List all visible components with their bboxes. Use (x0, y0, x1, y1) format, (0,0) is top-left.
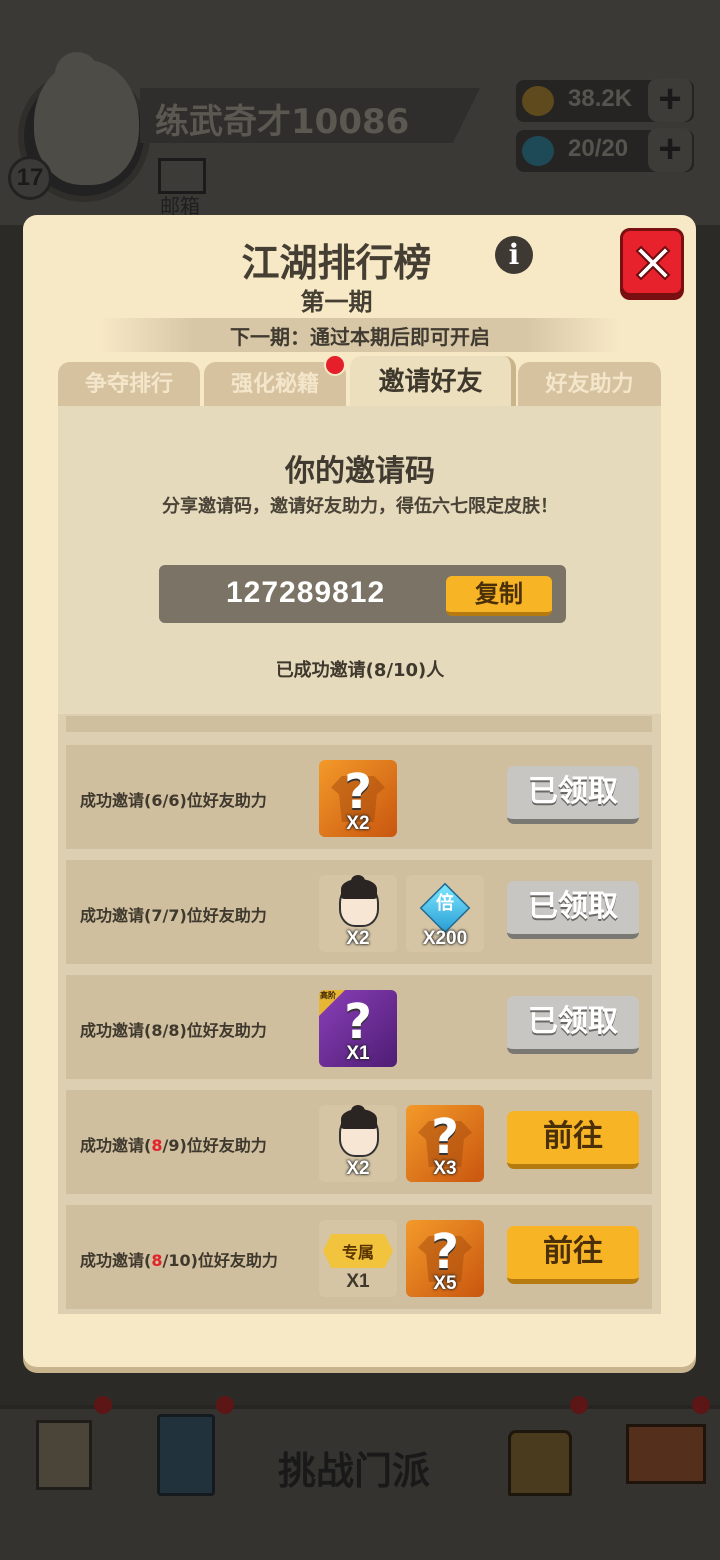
avatar-topknot (55, 52, 99, 96)
collect-shop-icon[interactable] (620, 1410, 710, 1530)
row-condition: 成功邀请(8/9)位好友助力 (80, 1136, 267, 1155)
mail-icon[interactable] (158, 158, 206, 194)
modal-subtitle: 第一期 (300, 288, 373, 316)
period-note: 下一期：通过本期后即可开启 (230, 325, 490, 349)
row-condition: 成功邀请(8/8)位好友助力 (80, 1021, 267, 1040)
info-icon[interactable]: i (495, 236, 533, 274)
question-mark-icon: ? (431, 1224, 459, 1280)
exclusive-label: 专属 (341, 1243, 374, 1262)
castle-icon[interactable] (500, 1410, 580, 1530)
mystery-outfit-reward[interactable]: ? X2 (319, 760, 397, 837)
reward-row: 成功邀请(7/7)位好友助力 X2 倍 X200 已领取 (66, 860, 652, 964)
invited-count: 已成功邀请(8/10)人 (275, 660, 445, 681)
row-condition: 成功邀请(6/6)位好友助力 (80, 791, 267, 810)
add-energy-button[interactable]: + (648, 128, 692, 172)
tab-ranking[interactable]: 争夺排行 (58, 362, 200, 408)
notification-dot (216, 1396, 234, 1414)
invite-code-value: 127289812 (226, 576, 386, 609)
reward-qty: X2 (346, 928, 370, 949)
reward-qty: X1 (346, 1043, 370, 1064)
reward-row: 成功邀请(8/10)位好友助力 专属 X1 ? X5 前往 (66, 1205, 652, 1309)
cultivation-book-icon[interactable] (155, 1410, 217, 1530)
challenge-sect-button[interactable]: 挑战门派 (278, 1440, 430, 1495)
energy-drop-icon (522, 136, 554, 166)
gold-value: 38.2K (568, 85, 633, 112)
task-scroll-icon[interactable] (28, 1410, 98, 1530)
row-condition: 成功邀请(7/7)位好友助力 (80, 906, 267, 925)
reward-row: 成功邀请(8/8)位好友助力 高阶 ? X1 已领取 (66, 975, 652, 1079)
modal-title: 江湖排行榜 (241, 241, 432, 285)
close-icon (635, 245, 671, 281)
gem-char: 倍 (436, 893, 454, 914)
energy-value: 20/20 (568, 135, 629, 162)
scroll-list-top-edge (66, 716, 652, 732)
question-mark-icon: ? (431, 1109, 459, 1165)
gold-coin-icon (522, 86, 554, 116)
reward-row: 成功邀请(6/6)位好友助力 ? X2 已领取 (66, 745, 652, 849)
add-gold-button[interactable]: + (648, 78, 692, 122)
reward-qty: X3 (433, 1158, 457, 1179)
notification-dot (570, 1396, 588, 1414)
claimed-button[interactable]: 已领取 (507, 996, 639, 1054)
exclusive-reward[interactable]: 专属 X1 (319, 1220, 397, 1297)
claimed-button[interactable]: 已领取 (507, 766, 639, 824)
tab-notification-dot (324, 354, 346, 376)
reward-qty: X2 (346, 813, 370, 834)
reward-qty: X5 (433, 1273, 457, 1294)
reward-qty: X200 (422, 928, 468, 949)
question-mark-icon: ? (344, 994, 372, 1050)
claimed-button[interactable]: 已领取 (507, 881, 639, 939)
reward-qty: X1 (346, 1271, 370, 1292)
tab-invite-friends[interactable]: 邀请好友 (350, 356, 516, 408)
close-button[interactable] (620, 228, 684, 296)
invite-code-heading: 你的邀请码 (285, 454, 435, 489)
mystery-outfit-reward[interactable]: ? X3 (406, 1105, 484, 1182)
character-reward[interactable]: X2 (319, 875, 397, 952)
invite-code-description: 分享邀请码，邀请好友助力，得伍六七限定皮肤！ (162, 496, 558, 517)
question-mark-icon: ? (344, 764, 372, 820)
tab-friend-assist[interactable]: 好友助力 (518, 362, 661, 408)
character-topknot (351, 875, 365, 887)
row-condition: 成功邀请(8/10)位好友助力 (80, 1251, 278, 1270)
notification-dot (692, 1396, 710, 1414)
level-badge: 17 (8, 156, 52, 200)
gem-reward[interactable]: 倍 X200 (406, 875, 484, 952)
reward-qty: X2 (346, 1158, 370, 1179)
copy-button[interactable]: 复制 (446, 576, 552, 616)
notification-dot (94, 1396, 112, 1414)
character-reward[interactable]: X2 (319, 1105, 397, 1182)
energy-resource: 20/20 + (516, 128, 694, 172)
mystery-outfit-reward[interactable]: ? X5 (406, 1220, 484, 1297)
reward-row: 成功邀请(8/9)位好友助力 X2 ? X3 前往 (66, 1090, 652, 1194)
advanced-mystery-reward[interactable]: 高阶 ? X1 (319, 990, 397, 1067)
player-name: 练武奇才10086 (155, 102, 410, 142)
gold-resource: 38.2K + (516, 78, 694, 122)
character-topknot (351, 1105, 365, 1117)
period-note-bar: 下一期：通过本期后即可开启 (100, 318, 620, 352)
go-button[interactable]: 前往 (507, 1111, 639, 1169)
go-button[interactable]: 前往 (507, 1226, 639, 1284)
